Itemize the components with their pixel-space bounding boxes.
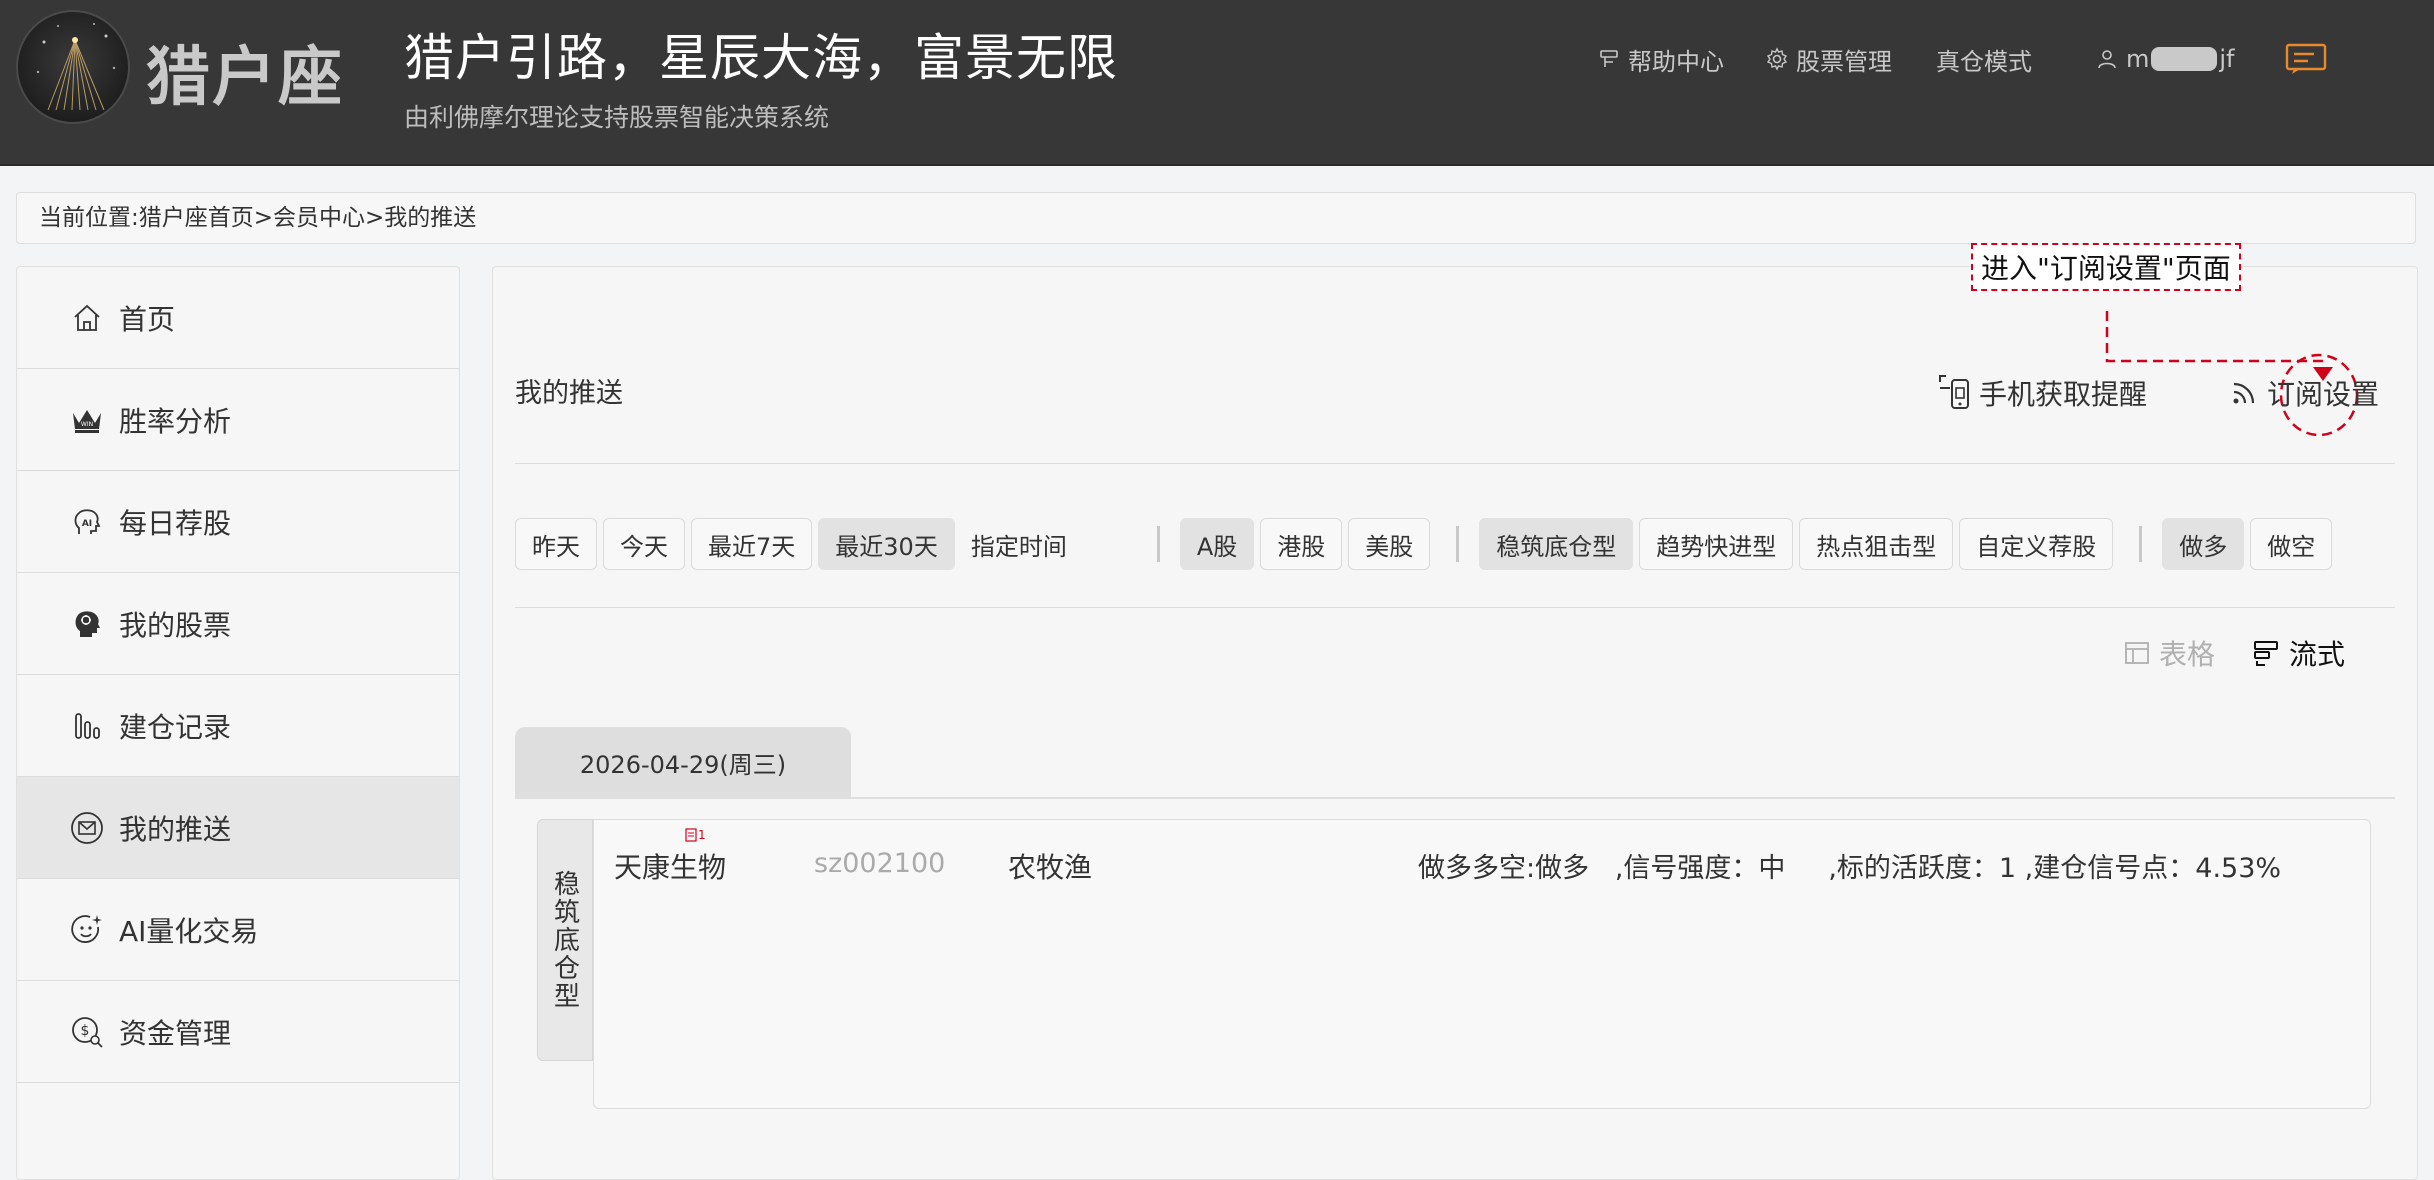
filter-time-30days[interactable]: 最近30天 xyxy=(818,518,955,570)
subscribe-settings-label: 订阅设置 xyxy=(2267,378,2380,411)
gear-icon xyxy=(1764,46,1790,72)
filter-market-hk[interactable]: 港股 xyxy=(1260,518,1343,570)
sidebar-item-label: 我的股票 xyxy=(119,608,232,642)
flow-icon xyxy=(2251,637,2283,669)
mobile-alert-button[interactable]: 手机获取提醒 xyxy=(1937,373,2147,413)
help-center-link[interactable]: 帮助中心 xyxy=(1596,40,1724,78)
view-table-label: 表格 xyxy=(2159,638,2216,671)
header-sub-slogan: 由利佛摩尔理论支持股票智能决策系统 xyxy=(404,103,830,132)
top-header: 猎户座 猎户引路，星辰大海，富景无限 由利佛摩尔理论支持股票智能决策系统 帮助中… xyxy=(0,0,2434,166)
filter-time-today[interactable]: 今天 xyxy=(603,518,685,570)
filter-time-7days[interactable]: 最近7天 xyxy=(691,518,813,570)
sidebar-item-label: 建仓记录 xyxy=(119,710,232,744)
view-table-toggle[interactable]: 表格 xyxy=(2121,633,2215,673)
svg-text:WIN: WIN xyxy=(81,421,93,428)
divider xyxy=(515,607,2395,608)
divider xyxy=(515,797,2395,799)
filter-direction-short[interactable]: 做空 xyxy=(2250,518,2333,570)
sidebar-item-label: 胜率分析 xyxy=(119,404,232,438)
user-name-suffix: jf xyxy=(2219,45,2235,73)
push-card-body[interactable]: 1 天康生物 sz002100 农牧渔 做多多空:做多 ,信号强度：中 ,标的活… xyxy=(593,819,2371,1109)
stock-signal-info: 做多多空:做多 ,信号强度：中 ,标的活跃度：1 ,建仓信号点：4.53% xyxy=(1418,853,2282,884)
logo-emblem[interactable] xyxy=(16,10,130,124)
view-flow-toggle[interactable]: 流式 xyxy=(2251,633,2345,673)
svg-text:AI: AI xyxy=(82,519,92,529)
table-icon xyxy=(2121,637,2153,669)
filter-bar: 昨天 今天 最近7天 最近30天 指定时间 A股 港股 美股 稳筑底仓型 趋势快… xyxy=(515,517,2338,571)
sidebar-item-position-record[interactable]: 建仓记录 xyxy=(17,675,459,777)
stock-manage-link[interactable]: 股票管理 xyxy=(1764,40,1892,78)
rss-icon xyxy=(2225,374,2263,412)
phone-scan-icon xyxy=(1937,374,1975,412)
strategy-type-label: 稳筑底仓型 xyxy=(537,819,593,1061)
ai-head-icon: AI xyxy=(69,504,105,540)
push-card: 稳筑底仓型 1 天康生物 sz002100 农牧渔 做多多空:做多 ,信号强度：… xyxy=(537,819,2371,1109)
filter-market-us[interactable]: 美股 xyxy=(1348,518,1431,570)
divider xyxy=(515,463,2395,464)
filter-direction-long[interactable]: 做多 xyxy=(2162,518,2245,570)
sidebar-item-home[interactable]: 首页 xyxy=(17,267,459,369)
bar-chart-icon xyxy=(69,708,105,744)
stock-name[interactable]: 天康生物 xyxy=(614,846,726,886)
filter-strategy-custom[interactable]: 自定义荐股 xyxy=(1959,518,2114,570)
filter-strategy-steady[interactable]: 稳筑底仓型 xyxy=(1479,518,1634,570)
sidebar-item-label: 首页 xyxy=(119,302,176,336)
filter-divider xyxy=(1156,526,1160,562)
sidebar-item-label: 资金管理 xyxy=(119,1016,232,1050)
smile-spark-icon xyxy=(69,912,105,948)
sidebar-item-my-stocks[interactable]: 我的股票 xyxy=(17,573,459,675)
stock-report-badge[interactable]: 1 xyxy=(684,828,706,842)
message-icon[interactable] xyxy=(2284,42,2328,76)
filter-divider xyxy=(2139,526,2143,562)
home-icon xyxy=(69,300,105,336)
help-center-label: 帮助中心 xyxy=(1628,47,1724,76)
real-mode-link[interactable]: 真仓模式 xyxy=(1936,40,2032,78)
date-tab[interactable]: 2026-04-29(周三) xyxy=(515,727,851,797)
real-mode-label: 真仓模式 xyxy=(1936,47,2032,76)
logo-star-icon xyxy=(36,23,116,111)
filter-strategy-hotspot[interactable]: 热点狙击型 xyxy=(1799,518,1954,570)
filter-market-a[interactable]: A股 xyxy=(1179,518,1255,570)
user-icon xyxy=(2094,46,2120,72)
user-name-mask xyxy=(2151,47,2218,71)
breadcrumb: 当前位置:猎户座首页>会员中心>我的推送 xyxy=(16,192,2416,244)
header-slogan: 猎户引路，星辰大海，富景无限 xyxy=(404,29,1118,87)
mail-circle-icon xyxy=(69,810,105,846)
sidebar-item-daily-pick[interactable]: AI 每日荐股 xyxy=(17,471,459,573)
filter-strategy-trend[interactable]: 趋势快进型 xyxy=(1639,518,1794,570)
sidebar-item-ai-trading[interactable]: AI量化交易 xyxy=(17,879,459,981)
sidebar-item-label: 我的推送 xyxy=(119,812,232,846)
filter-divider xyxy=(1456,526,1460,562)
stock-manage-label: 股票管理 xyxy=(1796,47,1892,76)
report-icon xyxy=(685,828,697,842)
svg-text:$: $ xyxy=(81,1023,90,1039)
user-name-prefix: m xyxy=(2126,45,2150,73)
page-title: 我的推送 xyxy=(515,378,623,409)
stock-report-count: 1 xyxy=(698,828,706,842)
main-panel: 我的推送 进入"订阅设置"页面 手机获取提醒 订阅设置 昨天 今天 最近7天 最… xyxy=(492,243,2418,1180)
sidebar: 首页 WIN 胜率分析 AI 每日荐股 我的股票 建仓记录 我的推送 AI量化交 xyxy=(16,266,460,1180)
sidebar-item-win-rate[interactable]: WIN 胜率分析 xyxy=(17,369,459,471)
user-menu[interactable]: m jf xyxy=(2094,40,2235,78)
annotation-label: 进入"订阅设置"页面 xyxy=(1971,243,2241,291)
mobile-alert-label: 手机获取提醒 xyxy=(1979,378,2148,411)
filter-time-yesterday[interactable]: 昨天 xyxy=(515,518,597,570)
view-flow-label: 流式 xyxy=(2289,638,2346,671)
filter-custom-time[interactable]: 指定时间 xyxy=(961,527,1077,562)
brain-head-icon xyxy=(69,606,105,642)
sidebar-item-my-push[interactable]: 我的推送 xyxy=(17,777,459,879)
stock-industry: 农牧渔 xyxy=(1008,851,1093,884)
stock-code: sz002100 xyxy=(814,848,946,879)
money-search-icon: $ xyxy=(69,1014,105,1050)
help-doc-icon xyxy=(1596,46,1622,72)
logo-text[interactable]: 猎户座 xyxy=(146,26,344,118)
subscribe-settings-button[interactable]: 订阅设置 xyxy=(2225,373,2379,413)
crown-icon: WIN xyxy=(69,402,105,438)
sidebar-item-label: 每日荐股 xyxy=(119,506,232,540)
sidebar-item-label: AI量化交易 xyxy=(119,914,259,948)
sidebar-item-fund-manage[interactable]: $ 资金管理 xyxy=(17,981,459,1083)
